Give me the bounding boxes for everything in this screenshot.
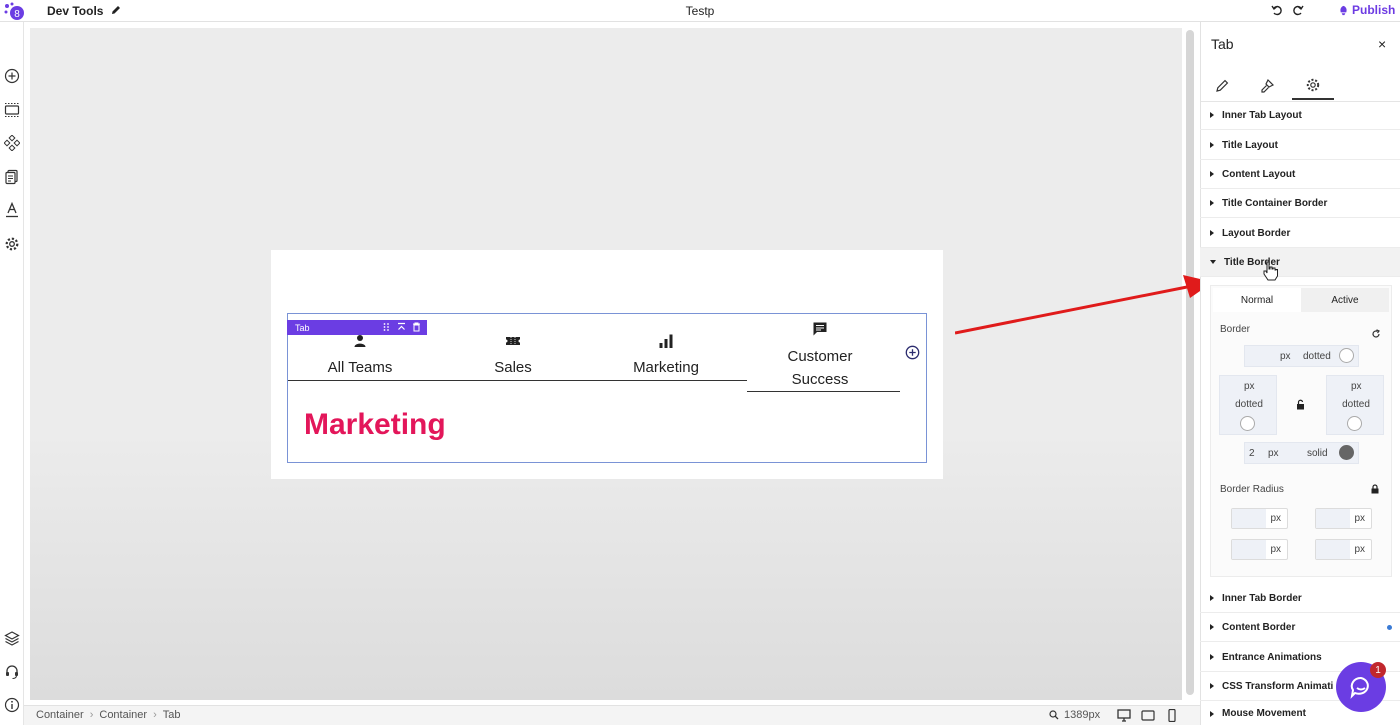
brush-icon: [1261, 78, 1275, 93]
caret-right-icon: [1210, 624, 1214, 630]
section-inner-tab-border[interactable]: Inner Tab Border: [1200, 584, 1400, 613]
caret-right-icon: [1210, 112, 1214, 118]
state-normal-button[interactable]: Normal: [1213, 288, 1301, 312]
border-left-color[interactable]: [1240, 416, 1255, 431]
pencil-icon: [1216, 79, 1229, 92]
section-icon[interactable]: [3, 101, 21, 119]
mobile-icon[interactable]: [1165, 709, 1179, 722]
pages-icon[interactable]: [3, 168, 21, 186]
tab-title-border-left: [288, 380, 747, 381]
caret-right-icon: [1210, 142, 1214, 148]
components-icon[interactable]: [3, 134, 21, 152]
border-right-color[interactable]: [1347, 416, 1362, 431]
tab-content-heading: Marketing: [304, 408, 446, 441]
section-title-container-border[interactable]: Title Container Border: [1200, 189, 1400, 218]
border-top-color[interactable]: [1339, 348, 1354, 363]
modified-dot: [1387, 625, 1392, 630]
settings-gear-icon[interactable]: [3, 235, 21, 253]
tablet-icon[interactable]: [1141, 709, 1155, 722]
chat-icon: [813, 322, 827, 336]
canvas-scrollbar[interactable]: [1186, 30, 1194, 695]
collapse-icon[interactable]: [397, 322, 406, 332]
desktop-icon[interactable]: [1117, 709, 1131, 722]
rocket-icon: [1340, 5, 1347, 15]
section-title-border[interactable]: Title Border: [1200, 248, 1400, 277]
breadcrumb-item[interactable]: Container: [36, 709, 84, 721]
state-toggle: Normal Active: [1213, 288, 1389, 312]
ticket-icon: [506, 337, 520, 345]
add-element-icon[interactable]: [3, 67, 21, 85]
chat-bubble-icon: [1350, 676, 1369, 699]
chevron-right-icon: ›: [89, 709, 94, 721]
tab-content-settings[interactable]: [1201, 72, 1243, 100]
device-switcher: [1117, 709, 1179, 722]
tab-sales[interactable]: Sales: [453, 356, 573, 379]
tab-all-teams[interactable]: All Teams: [300, 356, 420, 379]
border-bottom-color[interactable]: [1339, 445, 1354, 460]
person-icon: [354, 335, 366, 347]
radius-bottom-right-input[interactable]: px: [1315, 539, 1372, 560]
zoom-control[interactable]: 1389px: [1049, 709, 1100, 721]
unlock-icon[interactable]: [1295, 399, 1306, 410]
radius-bottom-left-input[interactable]: px: [1231, 539, 1288, 560]
section-content-layout[interactable]: Content Layout: [1200, 160, 1400, 189]
radius-top-left-input[interactable]: px: [1231, 508, 1288, 529]
panel-tabs: [1201, 70, 1400, 102]
search-icon: [1049, 710, 1059, 720]
close-icon[interactable]: ×: [1378, 36, 1386, 52]
caret-right-icon: [1210, 654, 1214, 660]
left-toolbar: [0, 22, 24, 725]
caret-right-icon: [1210, 171, 1214, 177]
lock-icon[interactable]: [1370, 484, 1380, 494]
tab-style-settings[interactable]: [1246, 72, 1288, 100]
state-active-button[interactable]: Active: [1301, 288, 1389, 312]
border-label: Border: [1220, 324, 1251, 335]
breadcrumb: Container › Container › Tab: [36, 709, 181, 721]
caret-down-icon: [1210, 260, 1216, 264]
section-content-border[interactable]: Content Border: [1200, 613, 1400, 642]
tab-title-border-active: [747, 391, 900, 392]
caret-right-icon: [1210, 200, 1214, 206]
drag-handle-icon[interactable]: [382, 322, 391, 332]
hand-cursor-icon: [1263, 261, 1278, 281]
page-title: Testp: [685, 4, 715, 18]
section-inner-tab-layout[interactable]: Inner Tab Layout: [1200, 101, 1400, 130]
info-icon[interactable]: [3, 696, 21, 714]
layers-icon[interactable]: [3, 629, 21, 647]
add-tab-icon[interactable]: [905, 345, 920, 360]
tab-advanced-settings[interactable]: [1292, 72, 1334, 100]
caret-right-icon: [1210, 710, 1214, 717]
top-bar: 8 Dev Tools Testp Publish: [0, 0, 1400, 22]
tab-customer-success[interactable]: Customer Success: [748, 345, 892, 391]
breadcrumb-item[interactable]: Tab: [163, 709, 181, 721]
annotation-arrow: [955, 275, 1213, 335]
typography-icon[interactable]: [3, 201, 21, 219]
publish-button[interactable]: Publish: [1338, 3, 1395, 17]
caret-right-icon: [1210, 230, 1214, 236]
section-title-layout[interactable]: Title Layout: [1200, 131, 1400, 160]
reset-icon[interactable]: [1371, 329, 1381, 339]
caret-right-icon: [1210, 595, 1214, 601]
chevron-right-icon: ›: [153, 709, 157, 721]
tab-marketing[interactable]: Marketing: [606, 356, 726, 379]
bar-chart-icon: [659, 334, 673, 348]
breadcrumb-item[interactable]: Container: [99, 709, 147, 721]
support-headset-icon[interactable]: [3, 663, 21, 681]
radius-top-right-input[interactable]: px: [1315, 508, 1372, 529]
panel-title: Tab: [1211, 36, 1234, 52]
gear-icon: [1306, 78, 1320, 92]
border-radius-label: Border Radius: [1220, 484, 1284, 495]
caret-right-icon: [1210, 683, 1214, 689]
notification-badge: 1: [1370, 662, 1386, 678]
delete-trash-icon[interactable]: [412, 322, 421, 332]
redo-icon[interactable]: [1292, 4, 1304, 16]
status-bar: Container › Container › Tab 1389px: [24, 705, 1200, 725]
undo-icon[interactable]: [1271, 4, 1283, 16]
section-layout-border[interactable]: Layout Border: [1200, 219, 1400, 248]
